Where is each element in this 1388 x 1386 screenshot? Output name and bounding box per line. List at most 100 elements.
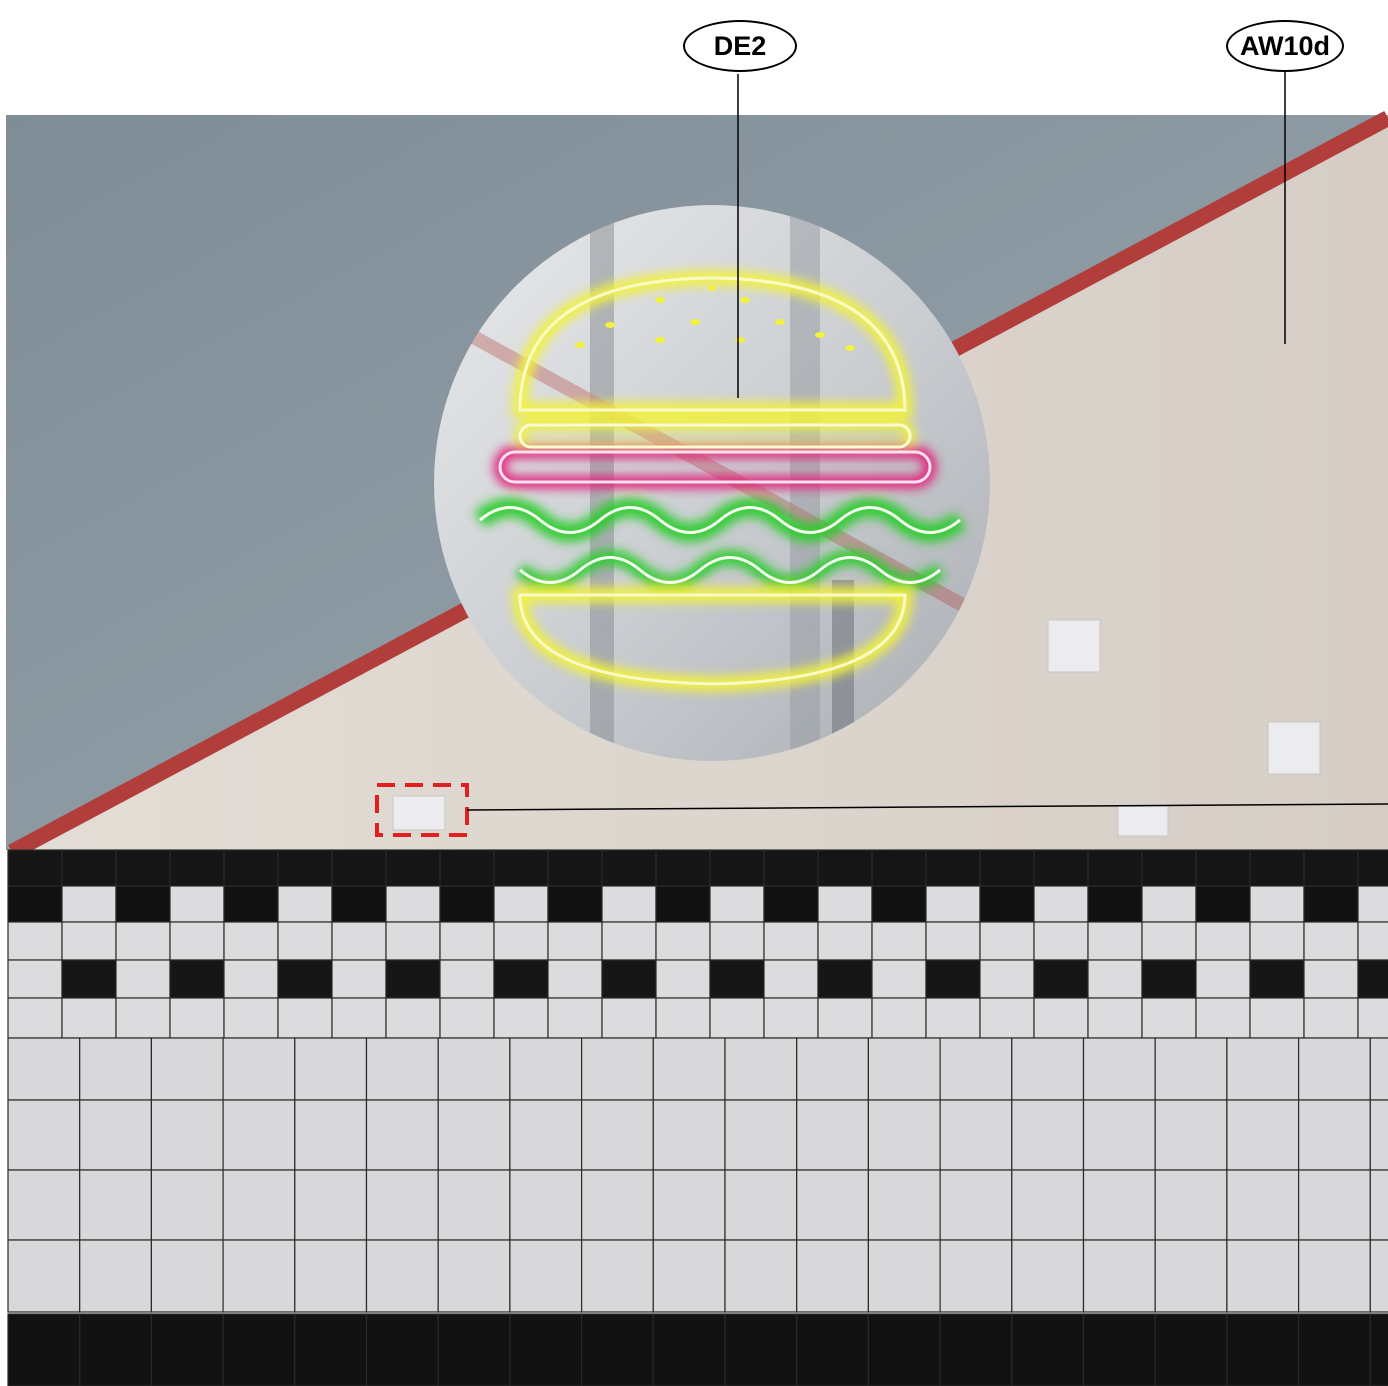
tile <box>493 997 549 1039</box>
tile <box>61 997 117 1039</box>
tile <box>1357 921 1388 961</box>
tile <box>871 885 927 923</box>
wall-plate <box>1047 619 1101 673</box>
tile <box>169 959 225 999</box>
tile <box>1297 1099 1371 1171</box>
tile <box>939 1169 1013 1241</box>
tile <box>439 885 495 923</box>
tile <box>223 959 279 999</box>
tile <box>365 1099 439 1171</box>
tile <box>437 1099 511 1171</box>
tile <box>222 1037 296 1101</box>
tile <box>1357 885 1388 923</box>
tile <box>925 849 981 887</box>
tile <box>580 1099 654 1171</box>
tile <box>439 997 495 1039</box>
tile <box>796 1313 870 1386</box>
tile <box>796 1037 870 1101</box>
tile <box>1249 921 1305 961</box>
tile <box>867 1099 941 1171</box>
tile <box>709 997 765 1039</box>
tile <box>709 885 765 923</box>
tile <box>652 1169 726 1241</box>
tile <box>294 1169 368 1241</box>
tile <box>1141 849 1197 887</box>
tile <box>294 1313 368 1386</box>
tile <box>547 997 603 1039</box>
tile <box>509 1037 583 1101</box>
tile <box>223 997 279 1039</box>
tile <box>817 921 873 961</box>
tile <box>277 997 333 1039</box>
tile <box>365 1313 439 1386</box>
tile <box>925 959 981 999</box>
tile <box>222 1313 296 1386</box>
tile <box>1011 1313 1085 1386</box>
tile <box>223 921 279 961</box>
tile <box>115 885 171 923</box>
tile <box>493 959 549 999</box>
tile <box>1369 1037 1388 1101</box>
tile <box>655 997 711 1039</box>
tile <box>169 997 225 1039</box>
tile <box>1141 997 1197 1039</box>
tile <box>1082 1239 1156 1313</box>
tile <box>580 1169 654 1241</box>
tile <box>547 849 603 887</box>
tile <box>925 997 981 1039</box>
tile <box>7 959 63 999</box>
tile <box>7 885 63 923</box>
tile <box>652 1099 726 1171</box>
tile <box>7 997 63 1039</box>
tile <box>724 1169 798 1241</box>
tile <box>652 1313 726 1386</box>
tile <box>1154 1313 1228 1386</box>
tile <box>1082 1313 1156 1386</box>
tile <box>580 1037 654 1101</box>
tile <box>437 1239 511 1313</box>
tile <box>437 1313 511 1386</box>
tile <box>437 1037 511 1101</box>
tile <box>222 1239 296 1313</box>
tile <box>150 1239 224 1313</box>
tile <box>331 997 387 1039</box>
tile <box>79 1099 152 1171</box>
tile <box>580 1239 654 1313</box>
tile <box>385 997 441 1039</box>
tile <box>61 849 117 887</box>
tile <box>79 1037 152 1101</box>
tile <box>1303 959 1359 999</box>
tile <box>871 997 927 1039</box>
tile <box>7 1169 81 1241</box>
tile <box>1082 1169 1156 1241</box>
tile <box>1154 1239 1228 1313</box>
tile <box>365 1239 439 1313</box>
tile <box>150 1037 224 1101</box>
tile <box>871 959 927 999</box>
tile <box>1087 849 1143 887</box>
tile <box>724 1037 798 1101</box>
tile <box>1297 1313 1371 1386</box>
tile <box>817 959 873 999</box>
tile <box>925 885 981 923</box>
tile <box>1195 997 1251 1039</box>
tile <box>79 1239 152 1313</box>
tile <box>222 1099 296 1171</box>
tile <box>7 1037 81 1101</box>
tile <box>867 1037 941 1101</box>
tile <box>115 921 171 961</box>
tile <box>1195 849 1251 887</box>
tile <box>1297 1169 1371 1241</box>
tile <box>439 959 495 999</box>
tile <box>277 959 333 999</box>
tile <box>763 885 819 923</box>
tile <box>79 1169 152 1241</box>
tile <box>1249 849 1305 887</box>
tile <box>547 885 603 923</box>
tile <box>1195 921 1251 961</box>
tile <box>79 1313 152 1386</box>
tile <box>1082 1099 1156 1171</box>
wall-elevation <box>6 70 1388 1386</box>
tile <box>1141 959 1197 999</box>
tile <box>331 885 387 923</box>
